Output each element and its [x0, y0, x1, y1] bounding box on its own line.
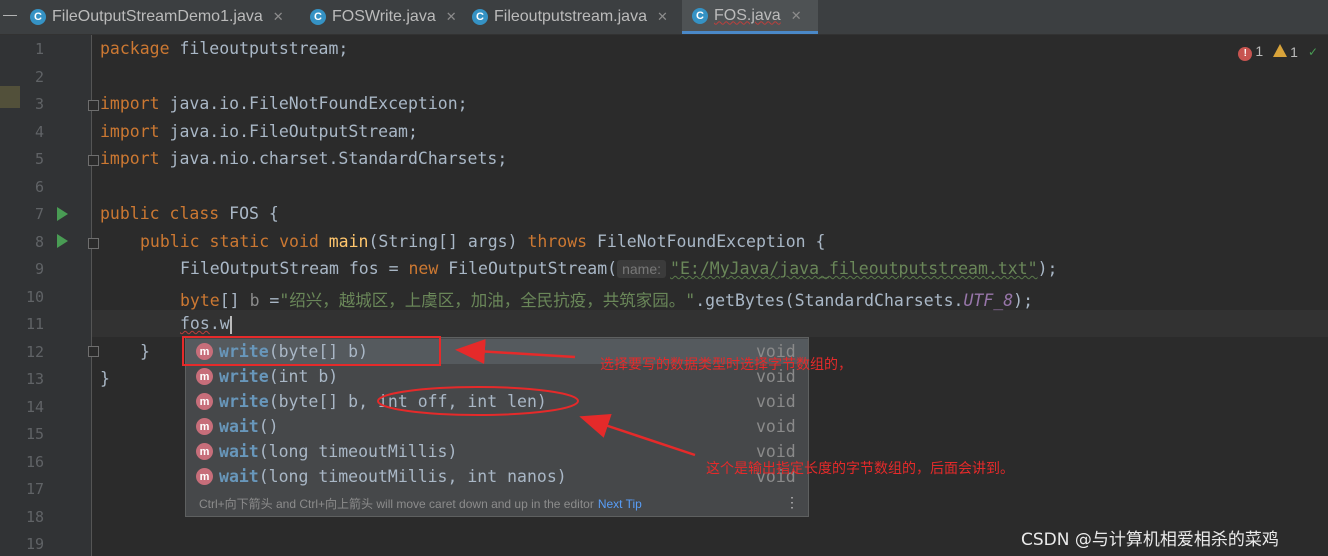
- line-number: 12: [25, 343, 44, 361]
- line-number: 13: [25, 370, 44, 388]
- class-icon: C: [30, 9, 46, 25]
- method-icon: m: [196, 393, 213, 410]
- editor-tab-bar: — C FileOutputStreamDemo1.java ✕ C FOSWr…: [0, 0, 1328, 35]
- line-number: 1: [34, 40, 44, 58]
- tab-foswrite[interactable]: C FOSWrite.java ✕: [300, 0, 457, 34]
- next-tip-link[interactable]: Next Tip: [598, 497, 642, 511]
- bookmark-marker: [0, 86, 20, 108]
- line-number: 8: [34, 233, 44, 251]
- method-icon: m: [196, 468, 213, 485]
- close-icon[interactable]: ✕: [446, 9, 457, 25]
- code-line-9[interactable]: FileOutputStream fos = new FileOutputStr…: [180, 259, 1057, 278]
- current-line-highlight: [92, 310, 1328, 337]
- tab-label: Fileoutputstream.java: [494, 8, 647, 25]
- completion-item[interactable]: m wait() void: [186, 414, 808, 439]
- tab-fileoutputstreamdemo1[interactable]: C FileOutputStreamDemo1.java ✕: [20, 0, 284, 34]
- error-icon: !: [1238, 46, 1253, 61]
- line-number: 7: [34, 205, 44, 223]
- class-icon: C: [310, 9, 326, 25]
- warning-count[interactable]: 1: [1273, 43, 1298, 60]
- tab-menu-icon[interactable]: —: [3, 6, 17, 22]
- annotation-text: 这个是输出指定长度的字节数组的，后面会讲到。: [706, 461, 1014, 477]
- tab-label: FOS.java: [714, 6, 781, 24]
- text-caret: [229, 315, 232, 334]
- completion-tip: Ctrl+向下箭头 and Ctrl+向上箭头 will move caret …: [199, 497, 642, 511]
- run-main-icon[interactable]: [57, 234, 68, 248]
- code-line-4[interactable]: import java.io.FileOutputStream;: [100, 122, 418, 141]
- close-icon[interactable]: ✕: [273, 9, 284, 25]
- code-line-8[interactable]: public static void main(String[] args) t…: [140, 232, 825, 251]
- line-number: 3: [34, 95, 44, 113]
- line-number: 15: [25, 425, 44, 443]
- fold-imports-end-icon[interactable]: [88, 155, 99, 166]
- method-icon: m: [196, 368, 213, 385]
- fold-method-icon[interactable]: [88, 238, 99, 249]
- class-icon: C: [472, 9, 488, 25]
- more-options-icon[interactable]: ⋮: [785, 494, 799, 511]
- chevron-icon[interactable]: ✓: [1308, 45, 1318, 59]
- code-line-11[interactable]: fos.w: [180, 314, 232, 334]
- code-line-7[interactable]: public class FOS {: [100, 204, 279, 223]
- code-line-3[interactable]: import java.io.FileNotFoundException;: [100, 94, 468, 113]
- watermark: CSDN @与计算机相爱相杀的菜鸡: [1021, 530, 1279, 550]
- line-number: 14: [25, 398, 44, 416]
- tab-label: FOSWrite.java: [332, 8, 436, 25]
- fold-method-end-icon[interactable]: [88, 346, 99, 357]
- class-icon: C: [692, 7, 708, 24]
- parameter-hint: name:: [617, 260, 667, 278]
- line-number: 4: [34, 123, 44, 141]
- method-icon: m: [196, 443, 213, 460]
- code-line-12[interactable]: }: [140, 342, 150, 361]
- tab-fos[interactable]: C FOS.java ✕: [682, 0, 818, 34]
- fold-imports-icon[interactable]: [88, 100, 99, 111]
- code-line-1[interactable]: package fileoutputstream;: [100, 39, 348, 58]
- method-icon: m: [196, 418, 213, 435]
- inspection-widget[interactable]: ! 1 1 ✓: [1238, 43, 1318, 61]
- code-line-10[interactable]: byte[] b ="绍兴，越城区，上虞区，加油，全民抗疫，共筑家园。".get…: [180, 287, 1033, 311]
- tab-label: FileOutputStreamDemo1.java: [52, 8, 263, 25]
- code-line-13[interactable]: }: [100, 369, 110, 388]
- line-number: 17: [25, 480, 44, 498]
- left-tool-strip: [0, 35, 20, 556]
- warning-icon: [1273, 43, 1288, 57]
- line-number: 10: [25, 288, 44, 306]
- close-icon[interactable]: ✕: [657, 9, 668, 25]
- code-line-5[interactable]: import java.nio.charset.StandardCharsets…: [100, 149, 507, 168]
- line-number: 16: [25, 453, 44, 471]
- line-number: 18: [25, 508, 44, 526]
- completion-item[interactable]: m write(byte[] b, int off, int len) void: [186, 389, 808, 414]
- error-count[interactable]: ! 1: [1238, 43, 1263, 61]
- method-icon: m: [196, 343, 213, 360]
- line-number: 2: [34, 68, 44, 86]
- line-number: 19: [25, 535, 44, 553]
- run-class-icon[interactable]: [57, 207, 68, 221]
- annotation-text: 选择要写的数据类型时选择字节数组的，: [600, 357, 852, 373]
- line-number: 9: [34, 260, 44, 278]
- line-number: 5: [34, 150, 44, 168]
- line-number: 6: [34, 178, 44, 196]
- close-icon[interactable]: ✕: [791, 8, 802, 24]
- line-number: 11: [25, 315, 44, 333]
- tab-fileoutputstream[interactable]: C Fileoutputstream.java ✕: [462, 0, 668, 34]
